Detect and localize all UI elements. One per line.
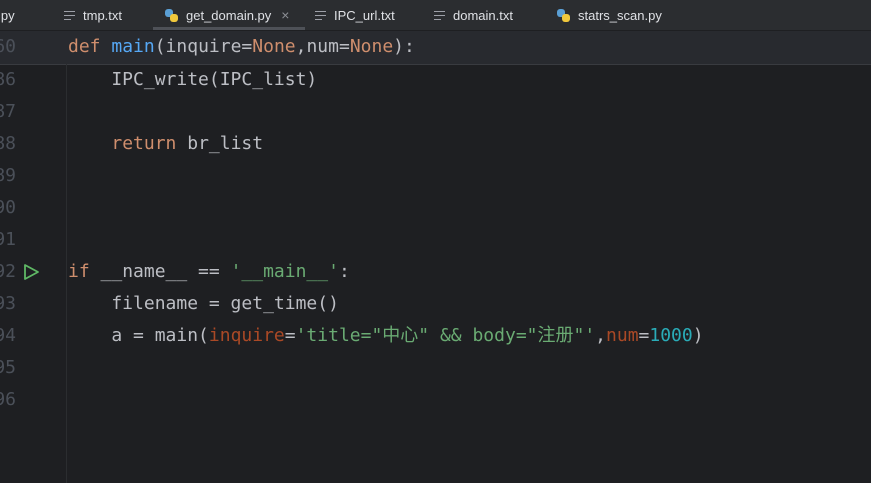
code-line[interactable]: 96: [0, 384, 871, 416]
code-line[interactable]: 89: [0, 160, 871, 192]
code-token: def: [68, 36, 112, 57]
line-number: 88: [0, 133, 16, 154]
tab-get-domain-py[interactable]: get_domain.py ×: [152, 0, 307, 30]
python-icon: [165, 8, 178, 22]
code-line[interactable]: 95: [0, 352, 871, 384]
line-number: 90: [0, 197, 16, 218]
line-number: 94: [0, 325, 16, 346]
tab-label: get_domain.py: [186, 7, 272, 23]
editor-tab-bar: 2.py tmp.txt get_domain.py × IPC_url.txt…: [0, 0, 871, 31]
code-token: '__main__': [230, 261, 339, 282]
line-number: 91: [0, 229, 16, 250]
code-token: =: [284, 325, 296, 346]
text-file-icon: [315, 10, 326, 20]
code-text: def main(inquire=None,num=None):: [68, 31, 415, 63]
tab-statrs-scan-py[interactable]: statrs_scan.py: [557, 0, 662, 30]
code-token: return: [111, 133, 177, 154]
code-line[interactable]: 93 filename = get_time(): [0, 288, 871, 320]
line-number: 89: [0, 165, 16, 186]
code-token: ):: [393, 36, 415, 57]
code-token: br_list: [176, 133, 264, 154]
code-line[interactable]: 90: [0, 192, 871, 224]
code-token: __name__ ==: [89, 261, 231, 282]
line-number: 92: [0, 261, 16, 282]
code-token: (inquire=: [154, 36, 253, 57]
code-line[interactable]: 92 if __name__ == '__main__':: [0, 256, 871, 288]
tab-label: 2.py: [0, 7, 15, 23]
code-text: a = main(inquire='title="中心" && body="注册…: [68, 320, 704, 352]
run-gutter-icon[interactable]: [22, 263, 40, 281]
code-line[interactable]: 87: [0, 96, 871, 128]
python-icon: [557, 8, 570, 22]
close-tab-icon[interactable]: ×: [281, 7, 289, 23]
line-number: 87: [0, 101, 16, 122]
line-number: 86: [0, 69, 16, 90]
code-token: ,num=: [295, 36, 350, 57]
tab-tmp-txt[interactable]: tmp.txt: [64, 0, 122, 30]
line-number: 93: [0, 293, 16, 314]
code-line[interactable]: 94 a = main(inquire='title="中心" && body=…: [0, 320, 871, 352]
tab-label: IPC_url.txt: [334, 7, 395, 23]
tab-label: domain.txt: [453, 7, 513, 23]
code-token: =: [638, 325, 650, 346]
line-number: 95: [0, 357, 16, 378]
text-file-icon: [434, 10, 445, 20]
code-token: None: [252, 36, 296, 57]
code-line[interactable]: 86 IPC_write(IPC_list): [0, 64, 871, 96]
code-token: inquire: [208, 325, 285, 346]
code-token: :: [338, 261, 350, 282]
code-text: IPC_write(IPC_list): [68, 64, 317, 96]
tab-ipc-url-txt[interactable]: IPC_url.txt: [315, 0, 395, 30]
code-token: IPC_write(IPC_list): [68, 69, 318, 90]
code-line[interactable]: 88 return br_list: [0, 128, 871, 160]
code-text: if __name__ == '__main__':: [68, 256, 350, 288]
tab-label: statrs_scan.py: [578, 7, 662, 23]
code-token: 'title="中心" && body="注册"': [295, 325, 596, 346]
tab-label: tmp.txt: [83, 7, 123, 23]
text-file-icon: [64, 10, 75, 20]
code-token: a = main(: [68, 325, 209, 346]
sticky-scope-line[interactable]: 60 def main(inquire=None,num=None):: [0, 31, 871, 65]
code-line[interactable]: 91: [0, 224, 871, 256]
code-token: filename = get_time(): [68, 293, 339, 314]
code-token: main: [111, 36, 155, 57]
code-text: filename = get_time(): [68, 288, 339, 320]
code-token: num: [606, 325, 639, 346]
line-number: 60: [0, 36, 16, 57]
code-text: return br_list: [68, 128, 263, 160]
line-number: 96: [0, 389, 16, 410]
code-token: if: [68, 261, 90, 282]
code-token: None: [349, 36, 394, 57]
code-token: 1000: [649, 325, 693, 346]
tab-domain-txt[interactable]: domain.txt: [434, 0, 513, 30]
code-token: ,: [595, 325, 607, 346]
code-token: ): [692, 325, 704, 346]
tab-2-py[interactable]: 2.py: [0, 0, 15, 30]
